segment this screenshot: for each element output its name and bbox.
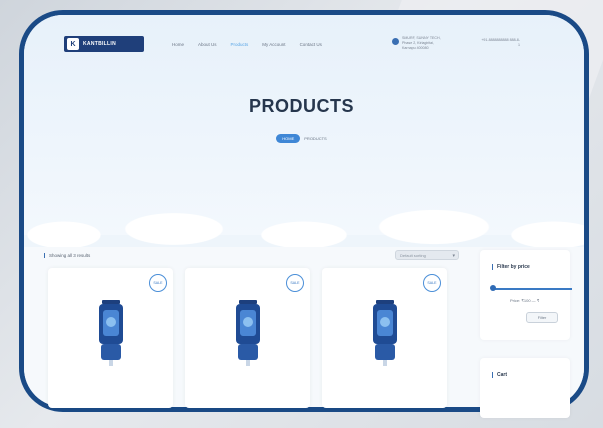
phone-text[interactable]: +91-8888888888 888-8-1 — [480, 38, 520, 48]
main-nav: Home About Us Products My Account Contac… — [172, 42, 322, 47]
nav-item-account[interactable]: My Account — [262, 42, 285, 47]
price-filter-title: Filter by price — [492, 264, 530, 270]
water-purifier-image — [372, 300, 397, 366]
product-card[interactable]: SALE — [48, 268, 173, 408]
price-range-text: Price: ₹100 — ₹ — [510, 298, 540, 303]
chevron-down-icon: ▾ — [452, 253, 455, 259]
nav-item-about[interactable]: About Us — [198, 42, 217, 47]
nav-item-contact[interactable]: Contact Us — [300, 42, 322, 47]
page-title: PRODUCTS — [248, 96, 354, 116]
nav-item-products[interactable]: Products — [231, 42, 249, 47]
breadcrumb-current: PRODUCTS — [304, 136, 327, 141]
cart-widget: Cart — [480, 358, 570, 418]
location-pin-icon — [392, 38, 399, 45]
product-card[interactable]: SALE — [322, 268, 447, 408]
contact-address: SMURF, SUNNY TECH, Phase 2, Kirlagiritai… — [392, 36, 444, 51]
breadcrumb-home[interactable]: HOME — [276, 134, 301, 143]
water-purifier-image — [98, 300, 123, 366]
sale-badge: SALE — [286, 274, 304, 292]
sort-select-value: Default sorting — [400, 252, 426, 258]
sale-badge: SALE — [149, 274, 167, 292]
site-logo[interactable]: K KANTBILLIN — [64, 36, 144, 52]
breadcrumb: HOME PRODUCTS — [0, 134, 603, 143]
product-grid: SALE SALE SALE — [48, 268, 447, 408]
address-text: SMURF, SUNNY TECH, Phase 2, Kirlagiritai… — [402, 36, 441, 50]
water-purifier-image — [235, 300, 260, 366]
logo-text: KANTBILLIN — [83, 41, 116, 47]
logo-mark: K — [67, 38, 79, 50]
cart-title: Cart — [492, 372, 507, 378]
sale-badge: SALE — [423, 274, 441, 292]
sort-select[interactable]: Default sorting ▾ — [395, 250, 459, 260]
filter-button[interactable]: Filter — [526, 312, 558, 323]
price-slider-handle[interactable] — [490, 285, 496, 291]
result-count: Showing all 3 results — [44, 253, 90, 258]
nav-item-home[interactable]: Home — [172, 42, 184, 47]
product-card[interactable]: SALE — [185, 268, 310, 408]
price-filter-widget: Filter by price Price: ₹100 — ₹ Filter — [480, 250, 572, 340]
price-slider-track[interactable] — [492, 288, 572, 290]
